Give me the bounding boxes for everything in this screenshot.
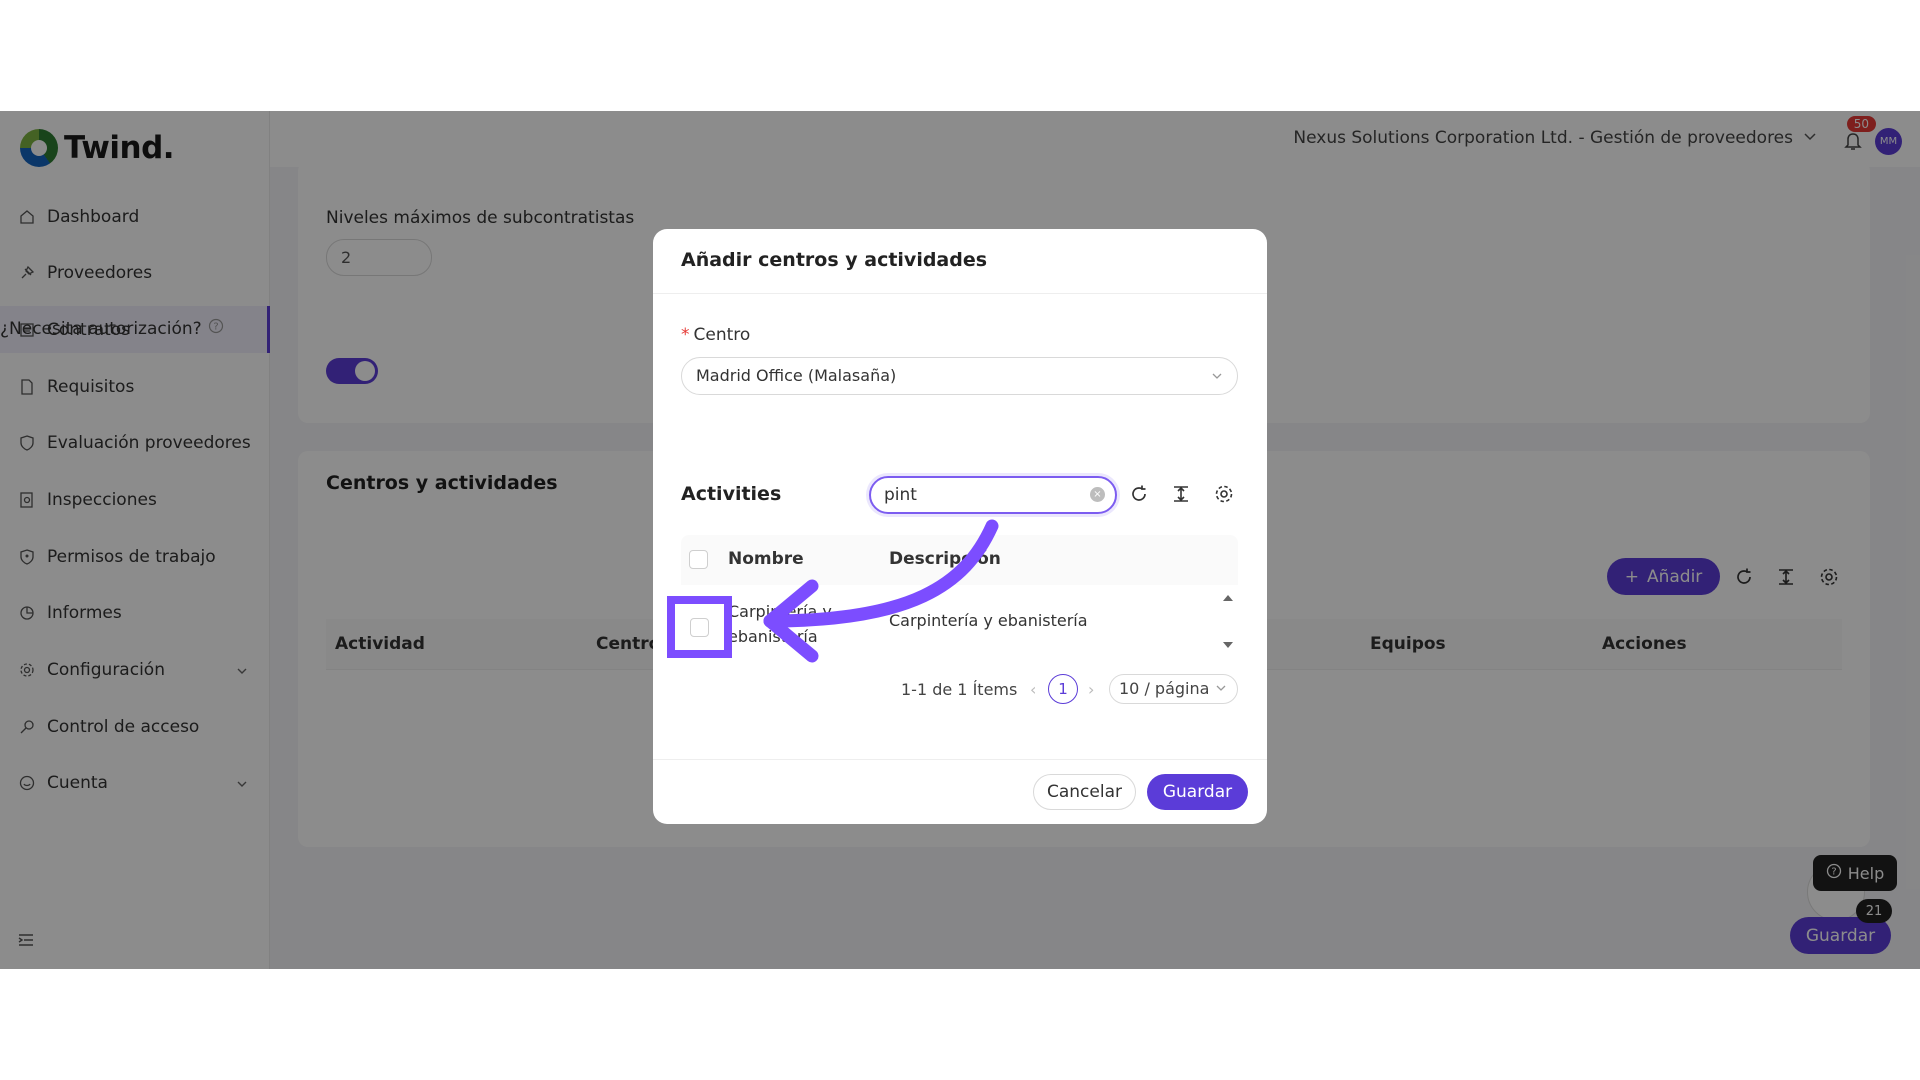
save-button[interactable]: Guardar bbox=[1147, 774, 1248, 810]
centro-select[interactable]: Madrid Office (Malasaña) bbox=[681, 357, 1238, 395]
modal-title: Añadir centros y actividades bbox=[681, 249, 988, 271]
chevron-left-icon[interactable]: ‹ bbox=[1030, 680, 1036, 699]
page-size-select[interactable]: 10 / página bbox=[1109, 674, 1238, 704]
search-value: pint bbox=[884, 485, 917, 505]
clear-icon[interactable]: × bbox=[1090, 487, 1105, 502]
page-size-value: 10 / página bbox=[1119, 679, 1210, 698]
centro-select-value: Madrid Office (Malasaña) bbox=[696, 366, 897, 385]
activities-title: Activities bbox=[681, 483, 782, 505]
chevron-down-icon bbox=[1215, 675, 1227, 703]
activities-search-input[interactable]: pint × bbox=[869, 476, 1117, 514]
tutorial-arrow-icon bbox=[750, 516, 1000, 680]
chevron-down-icon bbox=[1211, 359, 1223, 395]
page-number-button[interactable]: 1 bbox=[1048, 674, 1078, 704]
table-scrollbar[interactable] bbox=[1218, 585, 1238, 658]
required-mark: * bbox=[681, 325, 690, 345]
chevron-right-icon[interactable]: › bbox=[1088, 680, 1094, 699]
refresh-icon[interactable] bbox=[1126, 481, 1152, 507]
modal-footer-divider bbox=[653, 759, 1267, 760]
select-all-checkbox[interactable] bbox=[689, 550, 708, 569]
modal-divider bbox=[653, 293, 1267, 294]
centro-label: * Centro bbox=[681, 325, 750, 345]
cancel-button[interactable]: Cancelar bbox=[1033, 774, 1136, 810]
row-checkbox[interactable] bbox=[690, 618, 709, 637]
row-checkbox-highlight[interactable] bbox=[667, 596, 732, 658]
settings-icon[interactable] bbox=[1211, 481, 1237, 507]
pagination-info: 1-1 de 1 Ítems bbox=[901, 680, 1018, 699]
centro-label-text: Centro bbox=[693, 325, 751, 345]
density-icon[interactable] bbox=[1168, 481, 1194, 507]
app-frame: Twind. Dashboard Proveedores Contratos R… bbox=[0, 111, 1920, 969]
